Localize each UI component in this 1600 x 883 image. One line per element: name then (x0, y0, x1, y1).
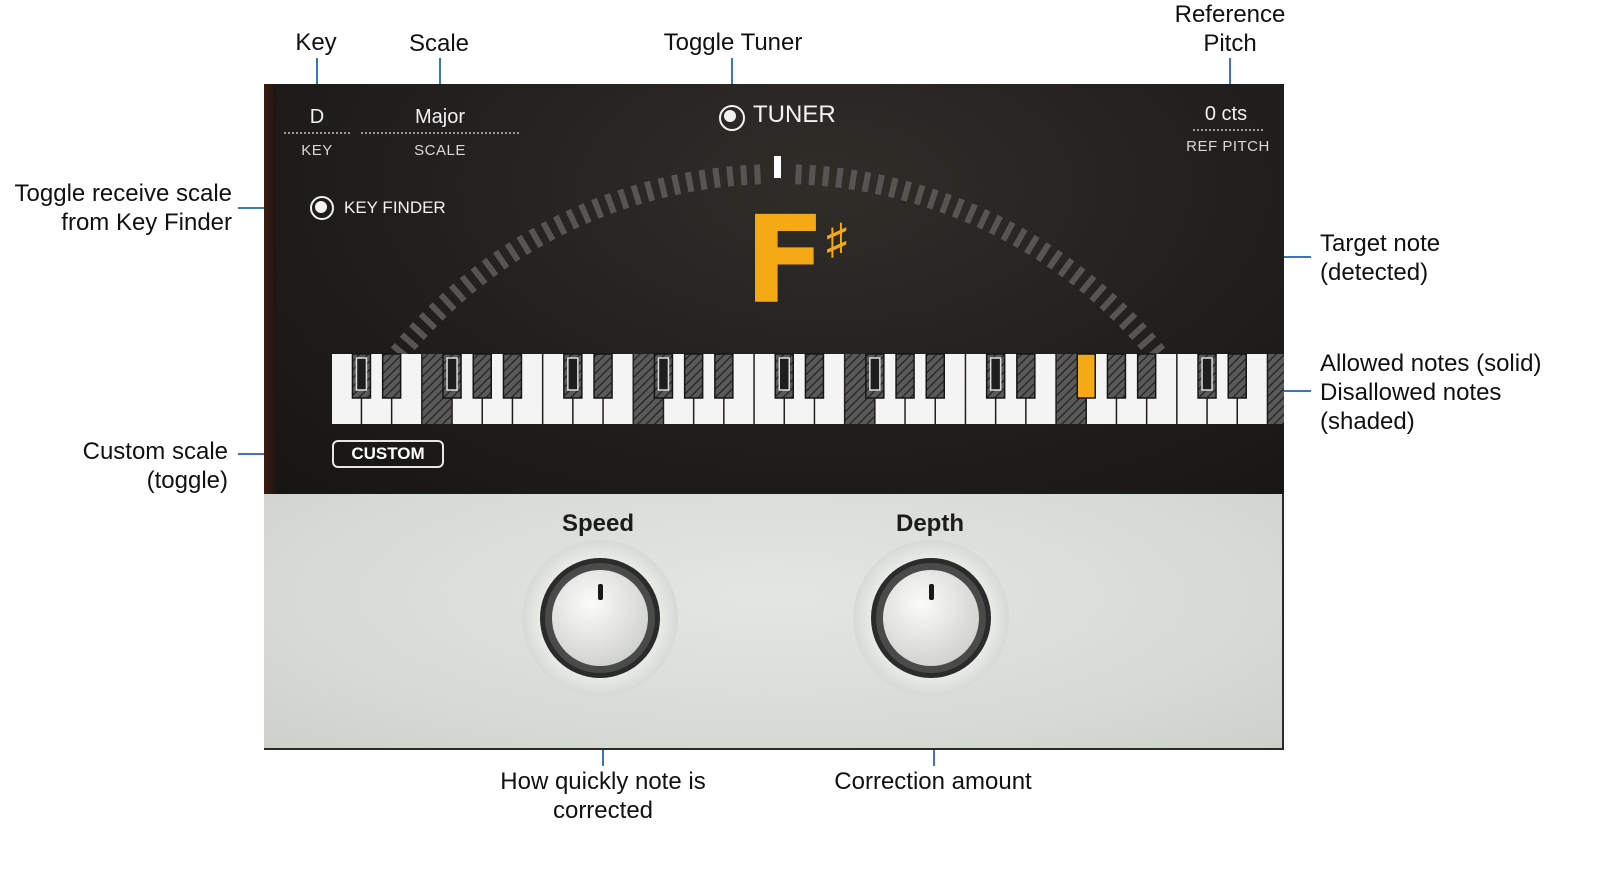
pitch-correction-plugin: D KEY Major SCALE TUNER 0 cts REF PITCH … (264, 84, 1284, 750)
key-indicator (869, 357, 881, 391)
callout-depth: Correction amount (834, 768, 1032, 795)
callout-allowed-notes: Allowed notes (solid) Disallowed notes (sh… (1320, 350, 1542, 435)
knobs (522, 540, 1009, 696)
black-key-D#[interactable] (1016, 353, 1036, 399)
black-key-A#[interactable] (714, 353, 734, 399)
callout-speed: How quickly note is corrected (500, 768, 706, 824)
highlighted-key-F#[interactable] (1076, 353, 1096, 399)
callout-key-finder: Toggle receive scale from Key Finder (14, 180, 232, 236)
display-screen: D KEY Major SCALE TUNER 0 cts REF PITCH … (264, 84, 1284, 495)
black-key-D#[interactable] (593, 353, 613, 399)
black-key-G#[interactable] (683, 353, 704, 399)
callout-reference-pitch: Reference Pitch (1174, 1, 1286, 57)
depth-knob[interactable] (853, 540, 1009, 696)
black-key-A#[interactable] (1136, 353, 1157, 399)
key-indicator (567, 357, 579, 391)
callout-scale: Scale (408, 30, 470, 57)
black-key-G#[interactable] (472, 353, 492, 399)
callout-toggle-tuner: Toggle Tuner (663, 29, 803, 56)
black-key-D#[interactable] (381, 353, 402, 399)
black-key-G#[interactable] (895, 353, 915, 399)
key-indicator (657, 357, 670, 391)
speed-knob[interactable] (522, 540, 678, 696)
white-key-F[interactable] (1268, 354, 1284, 424)
controls-panel: Speed Depth (264, 494, 1284, 750)
black-key-D#[interactable] (804, 353, 825, 399)
black-key-G#[interactable] (1106, 353, 1127, 399)
key-indicator (355, 357, 368, 391)
key-indicator (778, 357, 790, 391)
custom-scale-button[interactable]: CUSTOM (332, 440, 444, 468)
black-key-A#[interactable] (925, 353, 945, 399)
callout-target-note: Target note (detected) (1320, 230, 1441, 286)
key-indicator (989, 357, 1002, 391)
note-keyboard[interactable] (264, 84, 1284, 494)
callout-key: Key (295, 29, 337, 56)
key-indicator (446, 357, 458, 391)
key-indicator (1201, 357, 1213, 391)
black-key-A#[interactable] (502, 353, 523, 399)
callout-custom-scale: Custom scale (toggle) (82, 438, 228, 494)
black-key-D#[interactable] (1227, 353, 1247, 399)
